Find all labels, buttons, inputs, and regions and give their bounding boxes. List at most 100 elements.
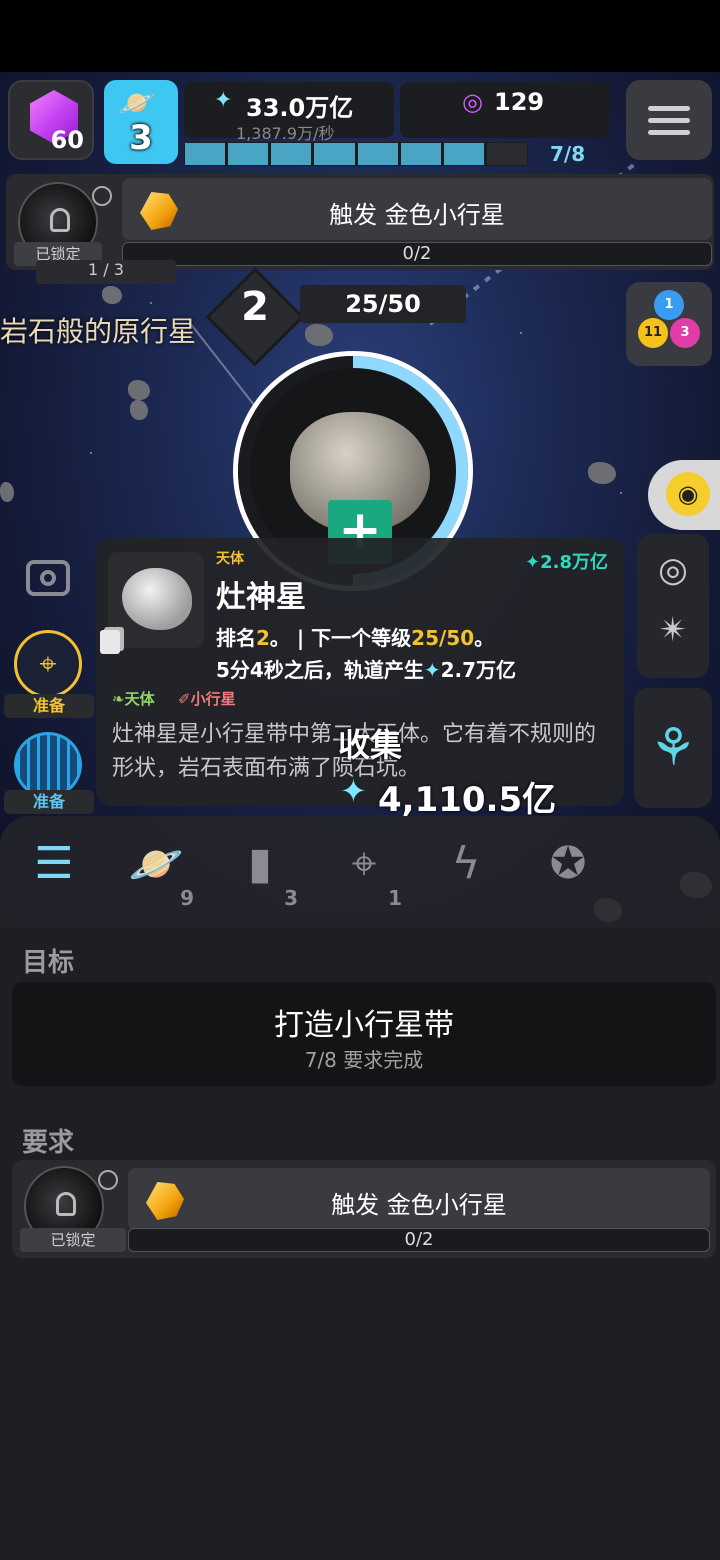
status-bar xyxy=(0,0,720,72)
telescope-icon: ⌖ xyxy=(351,838,377,889)
cards-icon: ▮ xyxy=(247,838,273,889)
level-progress: 25/50 xyxy=(300,285,466,323)
trigger-button[interactable]: 触发 金色小行星 xyxy=(122,178,712,240)
progress-segment xyxy=(486,143,527,165)
rank-value: 2 xyxy=(256,626,270,650)
timer-label: 5分4秒之后，轨道产生 xyxy=(216,658,424,682)
trigger-text: 触发 金色小行星 xyxy=(329,201,505,229)
progress-segment xyxy=(271,143,312,165)
face-icon: ◉ xyxy=(666,472,710,516)
tab-badge: 9 xyxy=(180,886,194,910)
trigger-progress: 0/2 xyxy=(128,1228,710,1252)
rock xyxy=(102,286,122,304)
requirement-row[interactable]: 已锁定 触发 金色小行星 0/2 xyxy=(12,1160,716,1258)
timer-value: 2.7万亿 xyxy=(440,658,517,682)
stardust-value: 33.0万亿 xyxy=(246,94,354,122)
sparkle-icon: ✦ xyxy=(214,88,233,113)
collect-value: 4,110.5亿 xyxy=(378,780,557,820)
next-level-value: 25/50 xyxy=(411,626,475,650)
card-type: 天体 xyxy=(216,551,244,567)
orbit-icon: ◎ xyxy=(462,88,483,116)
rock xyxy=(128,380,150,400)
goal-card[interactable]: 打造小行星带 7/8 要求完成 xyxy=(12,982,716,1086)
stardust-counter: ✦ 33.0万亿 1,387.9万/秒 xyxy=(184,82,394,143)
cube-counter[interactable]: 60 xyxy=(8,80,94,160)
level-number: 2 xyxy=(241,284,269,330)
tab-cards[interactable]: ▮ 3 xyxy=(220,838,300,910)
bottom-tab-bar: ☰ 🪐 9 ▮ 3 ⌖ 1 ϟ ✪ xyxy=(0,816,720,928)
rank-line: 排名2。 | 下一个等级25/50。 xyxy=(216,622,494,651)
trigger-button[interactable]: 触发 金色小行星 xyxy=(128,1168,710,1230)
menu-button[interactable] xyxy=(626,80,712,160)
tag-asteroid-text: 小行星 xyxy=(190,690,236,708)
tag-celestial: ❧天体 xyxy=(112,690,155,708)
net-label: 准备 xyxy=(4,790,94,814)
menu-line xyxy=(648,106,690,111)
menu-line xyxy=(648,118,690,123)
net-button[interactable] xyxy=(14,732,82,798)
skill-tree-button[interactable]: ⚘ xyxy=(634,688,712,808)
goal-progress-bar xyxy=(184,142,528,166)
behind-progress: 1 / 3 xyxy=(36,260,176,284)
sparkle-icon: ✦ xyxy=(423,658,441,682)
collect-sparkle-icon: ✦ xyxy=(340,772,367,810)
tab-badge: 1 xyxy=(388,886,402,910)
bubble xyxy=(98,1170,118,1190)
orb-yellow: 11 xyxy=(638,318,668,348)
planet-icon: 🪐 xyxy=(128,839,184,890)
next-level-label: 。 | 下一个等级 xyxy=(269,626,412,650)
skill-tree-icon: ⚘ xyxy=(649,718,697,778)
rock xyxy=(588,462,616,484)
card-value-text: 2.8万亿 xyxy=(540,552,608,573)
menu-line xyxy=(648,130,690,135)
orbs-button[interactable]: 1 11 3 xyxy=(626,282,712,366)
telescope-label: 准备 xyxy=(4,694,94,718)
telescope-icon: ⌖ xyxy=(39,647,57,682)
right-tool-panel: ◎ ✴ xyxy=(637,534,709,678)
goal-title: 打造小行星带 xyxy=(274,1008,454,1043)
rank-label: 排名 xyxy=(216,626,256,650)
star-burst-icon[interactable]: ✴ xyxy=(637,610,709,650)
locked-label: 已锁定 xyxy=(20,1228,126,1252)
tab-planets[interactable]: 🪐 9 xyxy=(116,838,196,910)
tab-achievements[interactable]: ✪ xyxy=(528,838,608,908)
body-name: 灶神星 xyxy=(216,580,306,615)
tag-celestial-text: 天体 xyxy=(124,690,155,708)
orb-pink: 3 xyxy=(670,318,700,348)
planet-level-button[interactable]: 🪐 3 xyxy=(104,80,178,164)
saturn-icon: 🪐 xyxy=(118,86,156,121)
collect-label[interactable]: 收集 xyxy=(338,720,402,766)
goal-progress-label: 7/8 xyxy=(550,142,586,166)
cube-count: 60 xyxy=(50,126,84,154)
body-class-name: 岩石般的原行星 xyxy=(0,315,197,348)
body-thumbnail xyxy=(108,552,204,648)
lightning-icon: ϟ xyxy=(451,838,481,889)
stardust-rate: 1,387.9万/秒 xyxy=(236,124,335,143)
progress-segment xyxy=(357,143,398,165)
orb-blue: 1 xyxy=(654,290,684,320)
rock xyxy=(0,482,14,502)
requirements-heading: 要求 xyxy=(22,1128,75,1158)
checklist-icon: ☰ xyxy=(34,838,74,889)
tab-telescope[interactable]: ⌖ 1 xyxy=(324,838,404,910)
solar-system-icon[interactable]: ◎ xyxy=(637,550,709,590)
rock xyxy=(305,324,333,346)
orbit-value: 129 xyxy=(494,88,545,116)
progress-segment xyxy=(185,143,226,165)
camera-icon[interactable] xyxy=(26,560,70,596)
medal-icon: ✪ xyxy=(549,838,587,889)
tag-asteroid: ✐小行星 xyxy=(178,690,236,708)
tab-goals[interactable]: ☰ xyxy=(14,838,94,908)
rank-line-end: 。 xyxy=(474,626,495,650)
requirement-row-top[interactable]: 已锁定 触发 金色小行星 0/2 xyxy=(6,174,714,270)
tab-badge: 3 xyxy=(284,886,298,910)
progress-segment xyxy=(314,143,355,165)
face-button[interactable]: ◉ xyxy=(648,460,720,530)
lock-icon xyxy=(56,1192,76,1216)
telescope-button[interactable]: ⌖ xyxy=(14,630,82,698)
orbit-counter: ◎ 129 xyxy=(400,82,610,138)
trigger-text: 触发 金色小行星 xyxy=(331,1191,507,1219)
rock xyxy=(130,400,148,420)
goal-heading: 目标 xyxy=(22,948,75,978)
tab-energy[interactable]: ϟ xyxy=(426,838,506,908)
